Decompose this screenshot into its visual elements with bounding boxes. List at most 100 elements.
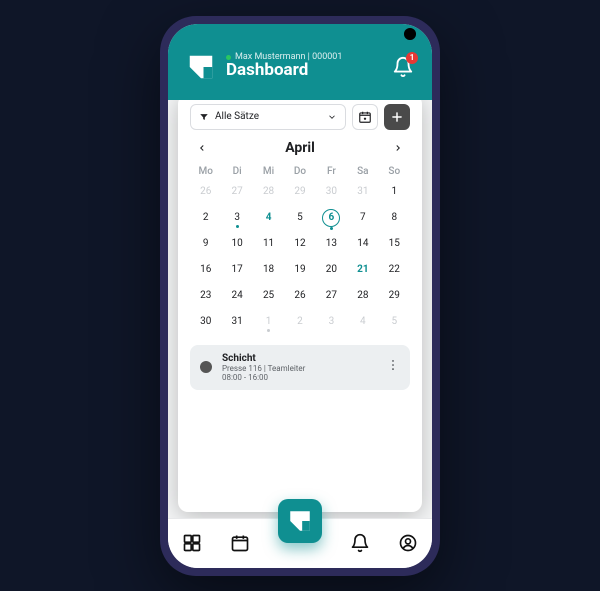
user-block: Max Mustermann | 000001 Dashboard — [226, 53, 342, 80]
calendar-day[interactable]: 24 — [221, 285, 252, 307]
status-dot-icon — [226, 55, 231, 60]
user-icon — [398, 533, 418, 553]
calendar-day[interactable]: 5 — [284, 207, 315, 229]
calendar-day[interactable]: 28 — [253, 181, 284, 203]
calendar-day[interactable]: 25 — [253, 285, 284, 307]
calendar-day[interactable]: 29 — [284, 181, 315, 203]
event-indicator-dot — [236, 225, 239, 228]
calendar-day[interactable]: 19 — [284, 259, 315, 281]
phone-frame: Max Mustermann | 000001 Dashboard 1 — [160, 16, 440, 576]
calendar-day[interactable]: 1 — [379, 181, 410, 203]
calendar-dow: Sa — [347, 166, 378, 177]
today-button[interactable] — [352, 104, 378, 130]
calendar-day[interactable]: 4 — [347, 311, 378, 333]
event-card[interactable]: Schicht Presse 116 | Teamleiter 08:00 - … — [190, 345, 410, 391]
month-nav: April — [190, 138, 410, 158]
calendar-day[interactable]: 18 — [253, 259, 284, 281]
event-indicator-dot — [330, 227, 333, 230]
calendar-day[interactable]: 5 — [379, 311, 410, 333]
app-logo[interactable] — [186, 52, 216, 82]
calendar-day[interactable]: 29 — [379, 285, 410, 307]
calendar-dow: So — [379, 166, 410, 177]
event-subtitle: Presse 116 | Teamleiter — [222, 364, 305, 373]
calendar-day[interactable]: 8 — [379, 207, 410, 229]
calendar-day[interactable]: 26 — [190, 181, 221, 203]
calendar-day[interactable]: 16 — [190, 259, 221, 281]
notification-badge: 1 — [406, 52, 418, 64]
chevron-left-icon — [197, 143, 207, 153]
nav-home-button[interactable] — [278, 499, 322, 543]
calendar-day[interactable]: 28 — [347, 285, 378, 307]
bottom-nav — [168, 518, 432, 568]
calendar-icon — [230, 533, 250, 553]
calendar-day[interactable]: 30 — [316, 181, 347, 203]
plus-icon — [390, 110, 404, 124]
add-button[interactable] — [384, 104, 410, 130]
calendar-day[interactable]: 1 — [253, 311, 284, 333]
calendar-day[interactable]: 11 — [253, 233, 284, 255]
app-screen: Max Mustermann | 000001 Dashboard 1 — [168, 24, 432, 568]
filter-dropdown[interactable]: Alle Sätze — [190, 104, 346, 130]
calendar-day[interactable]: 15 — [379, 233, 410, 255]
app-header: Max Mustermann | 000001 Dashboard 1 — [168, 24, 432, 100]
calendar-grid: MoDiMiDoFrSaSo26272829303112345678910111… — [190, 166, 410, 333]
calendar-day[interactable]: 21 — [347, 259, 378, 281]
calendar-day[interactable]: 3 — [221, 207, 252, 229]
calendar-day[interactable]: 31 — [347, 181, 378, 203]
calendar-day[interactable]: 31 — [221, 311, 252, 333]
calendar-day[interactable]: 23 — [190, 285, 221, 307]
calendar-card: Alle Sätze April — [178, 100, 422, 512]
chevron-down-icon — [327, 112, 337, 122]
calendar-day[interactable]: 7 — [347, 207, 378, 229]
nav-alerts[interactable] — [350, 533, 370, 553]
logo-small-icon — [287, 508, 313, 534]
calendar-day[interactable]: 27 — [316, 285, 347, 307]
phone-camera — [404, 28, 416, 40]
prev-month-button[interactable] — [192, 138, 212, 158]
filter-icon — [199, 112, 209, 122]
calendar-day[interactable]: 9 — [190, 233, 221, 255]
event-info: Schicht Presse 116 | Teamleiter 08:00 - … — [222, 353, 305, 383]
calendar-day[interactable]: 3 — [316, 311, 347, 333]
event-indicator-dot — [267, 329, 270, 332]
nav-dashboard[interactable] — [182, 533, 202, 553]
notifications-button[interactable]: 1 — [392, 56, 414, 78]
user-name-id: Max Mustermann | 000001 — [235, 53, 342, 62]
calendar-day[interactable]: 26 — [284, 285, 315, 307]
next-month-button[interactable] — [388, 138, 408, 158]
calendar-dow: Mi — [253, 166, 284, 177]
logo-icon — [186, 52, 216, 82]
calendar-day[interactable]: 2 — [284, 311, 315, 333]
calendar-day[interactable]: 13 — [316, 233, 347, 255]
bell-outline-icon — [350, 533, 370, 553]
calendar-day[interactable]: 27 — [221, 181, 252, 203]
more-vertical-icon — [386, 358, 400, 372]
calendar-day[interactable]: 30 — [190, 311, 221, 333]
calendar-day[interactable]: 12 — [284, 233, 315, 255]
month-title: April — [285, 140, 315, 156]
nav-profile[interactable] — [398, 533, 418, 553]
nav-calendar[interactable] — [230, 533, 250, 553]
calendar-day[interactable]: 6 — [316, 207, 347, 229]
calendar-day[interactable]: 20 — [316, 259, 347, 281]
event-color-dot — [200, 361, 212, 373]
user-line: Max Mustermann | 000001 — [226, 53, 342, 62]
calendar-day[interactable]: 2 — [190, 207, 221, 229]
event-title: Schicht — [222, 353, 305, 365]
filter-label: Alle Sätze — [215, 111, 259, 122]
calendar-day[interactable]: 22 — [379, 259, 410, 281]
header-left: Max Mustermann | 000001 Dashboard — [186, 52, 342, 82]
toolbar: Alle Sätze — [190, 104, 410, 130]
calendar-day[interactable]: 14 — [347, 233, 378, 255]
calendar-day[interactable]: 10 — [221, 233, 252, 255]
calendar-day[interactable]: 4 — [253, 207, 284, 229]
event-more-button[interactable] — [386, 358, 400, 376]
page-title: Dashboard — [226, 62, 342, 80]
calendar-dow: Fr — [316, 166, 347, 177]
calendar-dow: Do — [284, 166, 315, 177]
chevron-right-icon — [393, 143, 403, 153]
grid-icon — [182, 533, 202, 553]
calendar-day[interactable]: 17 — [221, 259, 252, 281]
calendar-dow: Di — [221, 166, 252, 177]
calendar-today-icon — [358, 110, 372, 124]
